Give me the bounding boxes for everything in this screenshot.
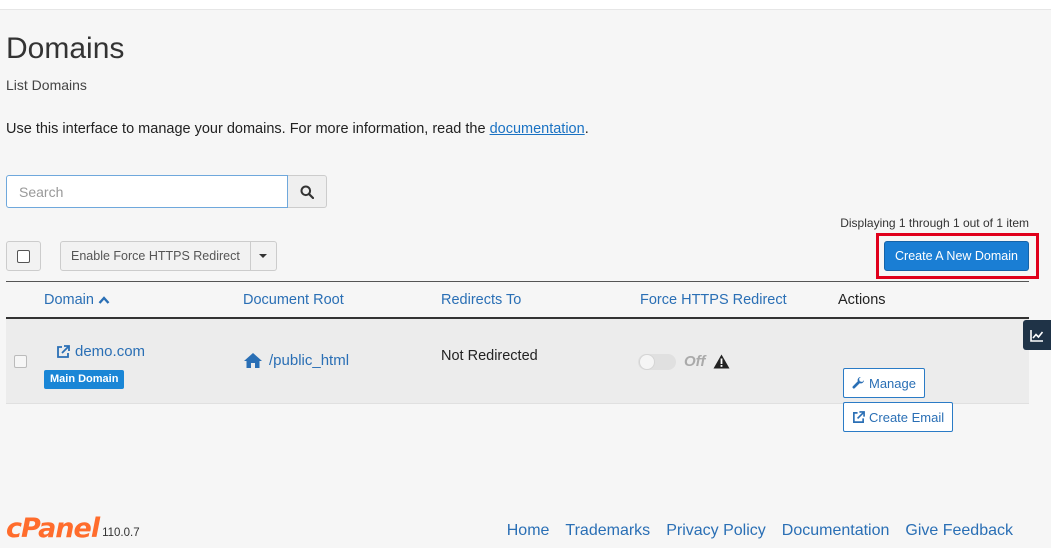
table-row: demo.com Main Domain /public_html Not Re…	[6, 319, 1029, 432]
search-input[interactable]	[6, 175, 288, 208]
column-redirects-to[interactable]: Redirects To	[441, 292, 521, 308]
chart-line-icon	[1030, 329, 1044, 342]
stats-side-tab[interactable]	[1023, 320, 1051, 350]
cpanel-logo: cPanel 110.0.7	[6, 515, 140, 543]
search-icon	[300, 185, 314, 199]
home-icon	[244, 353, 262, 368]
force-https-cell: Off	[638, 353, 730, 370]
document-root-path: /public_html	[269, 352, 350, 369]
search-group	[6, 175, 327, 208]
footer-link-trademarks[interactable]: Trademarks	[565, 522, 650, 540]
page-title: Domains	[6, 32, 125, 65]
enable-force-https-button[interactable]: Enable Force HTTPS Redirect	[60, 241, 251, 271]
intro-text: Use this interface to manage your domain…	[6, 121, 589, 137]
create-email-button[interactable]: Create Email	[843, 402, 954, 432]
document-root-link[interactable]: /public_html	[243, 352, 349, 369]
page-subtitle: List Domains	[6, 77, 87, 93]
toggle-knob	[639, 353, 655, 370]
bulk-action-group: Enable Force HTTPS Redirect	[60, 241, 277, 271]
manage-label: Manage	[869, 375, 916, 391]
select-all-checkbox[interactable]	[6, 241, 41, 271]
footer-link-home[interactable]: Home	[507, 522, 550, 540]
domains-table: Domain Document Root Redirects To Force …	[6, 281, 1029, 432]
intro-text-end: .	[584, 121, 589, 137]
force-https-state: Off	[684, 353, 706, 370]
footer-link-give-feedback[interactable]: Give Feedback	[905, 522, 1013, 540]
search-button[interactable]	[288, 175, 327, 208]
version-label: 110.0.7	[102, 527, 140, 539]
redirects-to-value: Not Redirected	[441, 348, 538, 364]
footer-link-documentation[interactable]: Documentation	[782, 522, 890, 540]
checkbox-box	[17, 249, 30, 263]
domain-link[interactable]: demo.com	[56, 343, 145, 360]
column-document-root[interactable]: Document Root	[243, 292, 344, 308]
warning-icon[interactable]	[713, 354, 730, 369]
create-email-label: Create Email	[869, 409, 945, 425]
force-https-toggle[interactable]	[638, 353, 676, 370]
intro-text-body: Use this interface to manage your domain…	[6, 121, 490, 137]
row-checkbox[interactable]	[14, 355, 27, 368]
column-domain[interactable]: Domain	[44, 292, 110, 308]
column-force-https[interactable]: Force HTTPS Redirect	[640, 292, 787, 308]
logo-text: cPanel	[6, 513, 100, 544]
documentation-link[interactable]: documentation	[490, 121, 585, 137]
external-link-icon	[57, 344, 70, 358]
chevron-up-icon	[98, 296, 110, 304]
domain-name: demo.com	[75, 343, 146, 360]
external-link-icon	[853, 410, 865, 423]
top-bar	[0, 0, 1051, 10]
wrench-icon	[852, 376, 864, 388]
manage-button[interactable]: Manage	[843, 368, 925, 398]
footer-link-privacy-policy[interactable]: Privacy Policy	[666, 522, 766, 540]
column-domain-label: Domain	[44, 292, 94, 308]
create-new-domain-button[interactable]: Create A New Domain	[884, 241, 1029, 271]
table-header: Domain Document Root Redirects To Force …	[6, 281, 1029, 319]
caret-down-icon	[259, 254, 268, 258]
pagination-info: Displaying 1 through 1 out of 1 item	[840, 216, 1029, 230]
main-domain-badge: Main Domain	[44, 370, 125, 389]
column-actions: Actions	[838, 292, 886, 308]
bulk-action-dropdown[interactable]	[250, 241, 277, 271]
footer-links: Home Trademarks Privacy Policy Documenta…	[507, 522, 1013, 540]
